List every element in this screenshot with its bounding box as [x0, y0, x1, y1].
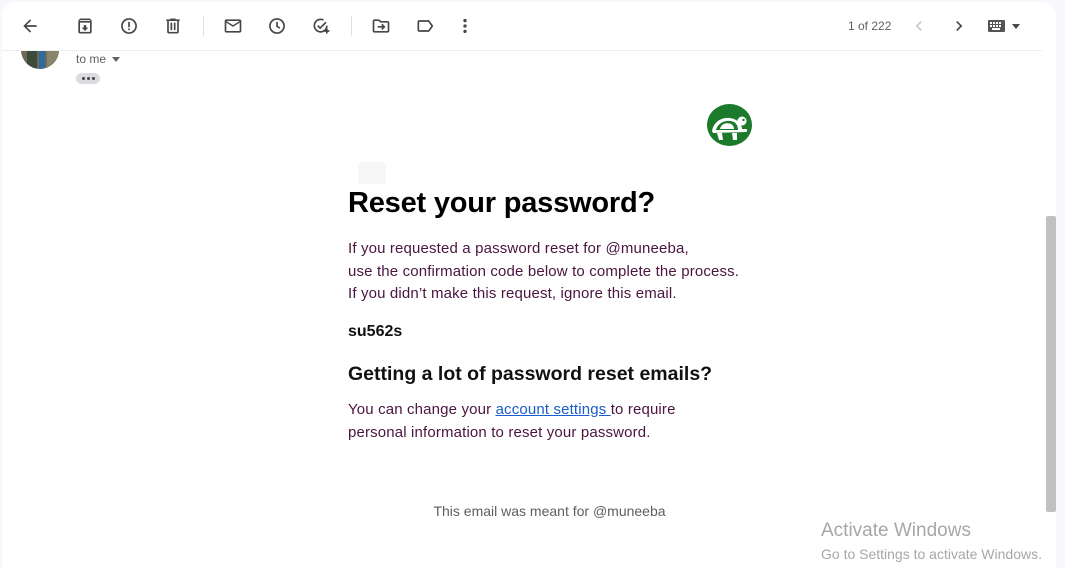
- delete-button[interactable]: [157, 10, 189, 42]
- toolbar-divider: [203, 16, 204, 36]
- faint-image-placeholder: [358, 162, 386, 184]
- report-icon: [121, 18, 137, 34]
- task-add-icon: [313, 18, 330, 34]
- ellipsis-icon: [91, 77, 95, 80]
- email-subheading: Getting a lot of password reset emails?: [348, 362, 713, 385]
- recipient-details-toggle[interactable]: to me: [76, 52, 121, 66]
- older-button[interactable]: [943, 10, 975, 42]
- email-footer: This email was meant for @muneeba: [433, 503, 666, 519]
- folder-move-icon: [372, 19, 390, 33]
- archive-icon: [78, 18, 92, 34]
- move-to-button[interactable]: [365, 10, 397, 42]
- pager-count: 1 of 222: [848, 19, 892, 33]
- email-body: Reset your password? If you requested a …: [348, 182, 768, 444]
- snooze-button[interactable]: [261, 10, 293, 42]
- label-icon: [417, 20, 434, 32]
- vertical-scrollbar[interactable]: [1046, 216, 1056, 512]
- paragraph-text: You can change your: [348, 400, 496, 418]
- more-vert-icon: [463, 18, 467, 34]
- activate-windows-watermark: Activate Windows Go to Settings to activ…: [821, 520, 1042, 566]
- account-settings-link[interactable]: account settings: [496, 401, 611, 418]
- mail-icon: [224, 19, 242, 33]
- settings-line: You can change your account settings to …: [348, 398, 768, 421]
- email-reading-pane: 1 of 222 to me Reset your password? If y…: [2, 2, 1056, 568]
- back-button[interactable]: [14, 10, 46, 42]
- report-spam-button[interactable]: [113, 10, 145, 42]
- email-title: Reset your password?: [348, 187, 656, 219]
- intro-line: If you requested a password reset for @m…: [348, 240, 689, 257]
- brand-logo-icon: [707, 104, 752, 146]
- keyboard-icon: [988, 20, 1020, 32]
- chevron-right-icon: [956, 21, 963, 31]
- mark-unread-button[interactable]: [217, 10, 249, 42]
- chevron-left-icon: [915, 21, 922, 31]
- show-trimmed-content-button[interactable]: [76, 73, 100, 84]
- caret-down-icon: [112, 56, 121, 62]
- message-toolbar: 1 of 222: [2, 2, 1042, 51]
- more-button[interactable]: [449, 10, 481, 42]
- arrow-left-icon: [23, 19, 37, 33]
- ellipsis-icon: [86, 77, 90, 80]
- newer-button[interactable]: [903, 10, 935, 42]
- intro-line: If you didn’t make this request, ignore …: [348, 285, 677, 302]
- archive-button[interactable]: [69, 10, 101, 42]
- watermark-title: Activate Windows: [821, 520, 971, 541]
- settings-line: personal information to reset your passw…: [348, 423, 651, 441]
- confirmation-code: su562s: [348, 322, 403, 340]
- intro-paragraph: If you requested a password reset for @m…: [348, 238, 768, 306]
- toolbar-divider: [351, 16, 352, 36]
- paragraph-text: to require: [610, 400, 676, 418]
- recipient-label: to me: [76, 52, 107, 66]
- intro-line: use the confirmation code below to compl…: [348, 262, 740, 280]
- watermark-subtitle: Go to Settings to activate Windows.: [821, 546, 1042, 562]
- labels-button[interactable]: [409, 10, 441, 42]
- add-to-tasks-button[interactable]: [305, 10, 337, 42]
- settings-paragraph: You can change your account settings to …: [348, 398, 768, 444]
- input-tools-button[interactable]: [982, 10, 1026, 42]
- clock-icon: [269, 18, 285, 34]
- trash-icon: [166, 18, 180, 34]
- ellipsis-icon: [81, 77, 85, 80]
- turtle-logo-icon: [712, 116, 748, 140]
